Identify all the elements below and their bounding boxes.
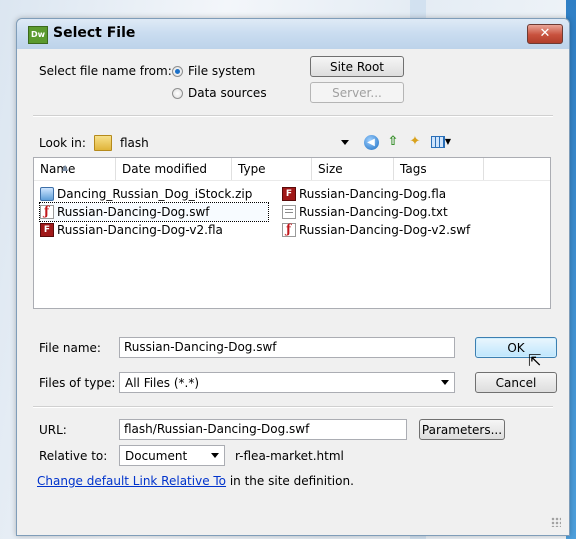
dreamweaver-app-icon: Dw xyxy=(28,26,48,44)
new-folder-icon[interactable]: ✦ xyxy=(406,133,424,151)
up-folder-icon[interactable]: ⇧ xyxy=(384,133,402,151)
files-of-type-select[interactable]: All Files (*.*) xyxy=(119,372,455,393)
column-header-size[interactable]: Size xyxy=(312,158,394,180)
resize-grip[interactable] xyxy=(551,517,561,527)
file-system-label: File system xyxy=(188,64,256,78)
chevron-down-icon xyxy=(441,380,449,385)
list-item[interactable]: Russian-Dancing-Dog.txt xyxy=(282,203,542,221)
change-link-relative-link[interactable]: Change default Link Relative To xyxy=(37,474,226,488)
column-header-name[interactable]: ▲ Name xyxy=(34,158,116,180)
separator xyxy=(33,406,553,408)
sort-ascending-icon: ▲ xyxy=(62,163,69,172)
swf-icon xyxy=(40,204,54,219)
mouse-cursor-icon: ⇱ xyxy=(528,351,542,370)
server-button: Server... xyxy=(310,82,404,103)
cancel-button[interactable]: Cancel xyxy=(475,372,557,393)
files-of-type-label: Files of type: xyxy=(39,376,116,390)
column-header-tags[interactable]: Tags xyxy=(394,158,484,180)
chevron-down-icon xyxy=(341,140,349,145)
swf-icon xyxy=(282,222,296,237)
chevron-down-icon xyxy=(211,453,219,458)
column-header-date[interactable]: Date modified xyxy=(116,158,232,180)
views-menu-icon[interactable]: ▼ xyxy=(428,133,454,151)
parameters-button[interactable]: Parameters... xyxy=(419,419,505,440)
file-system-radio[interactable] xyxy=(172,66,183,77)
list-item-selected[interactable]: Russian-Dancing-Dog.swf xyxy=(39,202,269,222)
select-file-dialog: Dw Select File ✕ Select file name from: … xyxy=(16,18,570,536)
url-label: URL: xyxy=(39,423,67,437)
dialog-body: Select file name from: File system Data … xyxy=(23,49,563,529)
list-item[interactable]: F Russian-Dancing-Dog-v2.fla xyxy=(40,221,274,239)
column-header-type[interactable]: Type xyxy=(232,158,312,180)
separator xyxy=(33,115,553,117)
list-item[interactable]: F Russian-Dancing-Dog.fla xyxy=(282,185,542,203)
relative-to-value: Document xyxy=(125,449,188,463)
title-bar[interactable]: Dw Select File ✕ xyxy=(17,19,569,49)
site-root-button[interactable]: Site Root xyxy=(310,56,404,77)
ok-button[interactable]: OK ⇱ xyxy=(475,337,557,370)
fla-icon: F xyxy=(40,223,54,237)
relative-to-select[interactable]: Document xyxy=(119,445,225,466)
folder-icon xyxy=(94,135,112,151)
look-in-combo[interactable]: flash xyxy=(91,132,355,153)
txt-icon xyxy=(282,205,296,219)
footer-suffix: in the site definition. xyxy=(226,474,354,488)
url-input[interactable]: flash/Russian-Dancing-Dog.swf xyxy=(119,419,407,440)
footer-text: Change default Link Relative To in the s… xyxy=(37,474,354,488)
close-icon: ✕ xyxy=(539,26,551,41)
file-name-label: File name: xyxy=(39,341,101,355)
zip-icon xyxy=(40,187,54,201)
close-button[interactable]: ✕ xyxy=(527,24,563,44)
back-icon[interactable]: ◀ xyxy=(362,133,380,151)
look-in-label: Look in: xyxy=(39,136,86,150)
document-name: r-flea-market.html xyxy=(235,449,344,463)
select-from-label: Select file name from: xyxy=(39,64,172,78)
files-of-type-value: All Files (*.*) xyxy=(125,376,200,390)
data-sources-radio[interactable] xyxy=(172,88,183,99)
fla-icon: F xyxy=(282,187,296,201)
look-in-value: flash xyxy=(120,136,149,150)
file-list[interactable]: ▲ Name Date modified Type Size Tags Danc… xyxy=(33,157,551,309)
file-name-input[interactable]: Russian-Dancing-Dog.swf xyxy=(119,337,455,358)
data-sources-label: Data sources xyxy=(188,86,267,100)
dialog-title: Select File xyxy=(53,25,136,41)
list-item[interactable]: Dancing_Russian_Dog_iStock.zip xyxy=(40,185,274,203)
list-item[interactable]: Russian-Dancing-Dog-v2.swf xyxy=(282,221,542,239)
relative-to-label: Relative to: xyxy=(39,449,108,463)
